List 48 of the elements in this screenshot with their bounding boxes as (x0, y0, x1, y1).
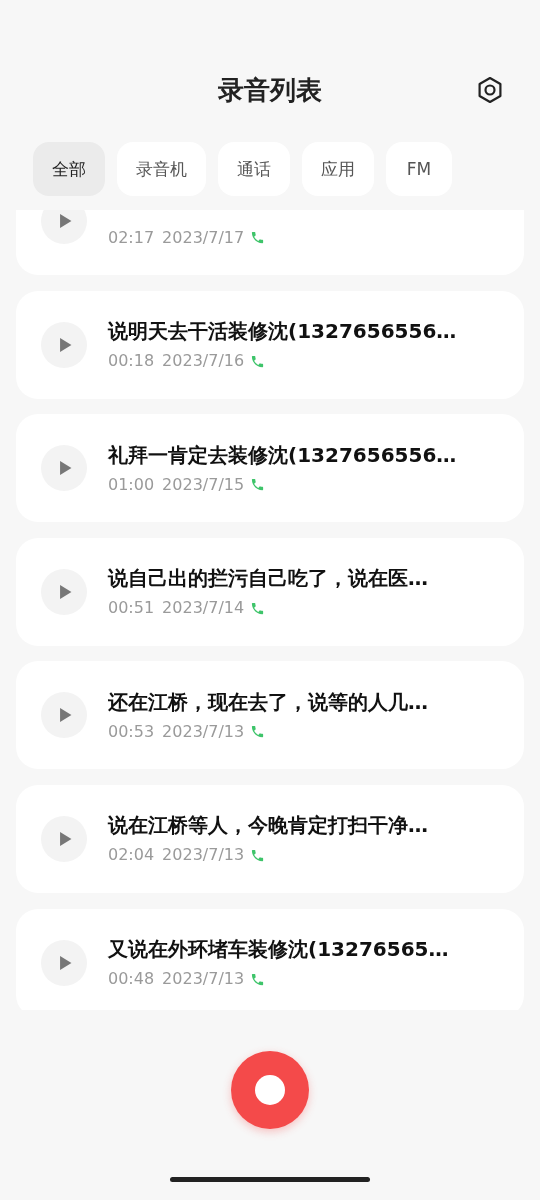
date-text: 2023/7/14 (162, 597, 245, 620)
page-title: 录音列表 (218, 73, 322, 107)
recording-card[interactable]: 说明天去干活装修沈(1327656556… 00:18 2023/7/16 (16, 290, 524, 399)
play-button[interactable] (41, 321, 87, 368)
recording-card[interactable]: 说自己出的拦污自己吃了，说在医… 00:51 2023/7/14 (16, 537, 524, 646)
duration-text: 02:17 (108, 226, 155, 249)
recording-title: 礼拜一肯定去装修沈(1327656556… (108, 441, 457, 469)
duration-text: 00:51 (108, 597, 155, 620)
play-icon (59, 336, 72, 353)
recording-card[interactable]: 礼拜一肯定去装修沈(1327656556… 01:00 2023/7/15 (16, 414, 524, 523)
filter-tab[interactable]: 通话 (218, 142, 290, 196)
record-button[interactable] (231, 1051, 309, 1129)
date-text: 2023/7/13 (162, 720, 245, 743)
play-button[interactable] (41, 210, 87, 244)
date-text: 2023/7/13 (162, 968, 245, 991)
play-icon (59, 707, 72, 724)
play-button[interactable] (41, 568, 87, 615)
play-icon (59, 954, 72, 971)
duration-text: 02:04 (108, 844, 155, 867)
duration-text: 00:53 (108, 720, 155, 743)
filter-tab[interactable]: 全部 (33, 142, 105, 196)
duration-text: 00:18 (108, 350, 155, 373)
settings-icon[interactable] (476, 76, 504, 104)
recording-title: 说自己出的拦污自己吃了，说在医… (108, 565, 428, 593)
duration-text: 00:48 (108, 968, 155, 991)
play-icon (59, 583, 72, 600)
play-icon (59, 213, 72, 229)
recording-card[interactable]: 说在江桥等人，今晚肯定打扫干净… 02:04 2023/7/13 (16, 784, 524, 893)
duration-text: 01:00 (108, 473, 155, 496)
recording-card[interactable]: 又说在外环堵车装修沈(13276565… 00:48 2023/7/13 (16, 908, 524, 1010)
date-text: 2023/7/13 (162, 844, 245, 867)
date-text: 2023/7/17 (162, 226, 245, 249)
recording-title: 又说在外环堵车装修沈(13276565… (108, 936, 449, 964)
play-icon (59, 460, 72, 477)
date-text: 2023/7/16 (162, 350, 245, 373)
date-text: 2023/7/15 (162, 473, 245, 496)
filter-tab[interactable]: 录音机 (117, 142, 206, 196)
play-button[interactable] (41, 939, 87, 986)
play-button[interactable] (41, 445, 87, 492)
recording-card[interactable]: 还在江桥，现在去了，说等的人几… 00:53 2023/7/13 (16, 661, 524, 770)
play-button[interactable] (41, 692, 87, 739)
recording-title: 说在江桥等人，今晚肯定打扫干净… (108, 812, 428, 840)
play-icon (59, 830, 72, 847)
recording-title: 还在江桥，现在去了，说等的人几… (108, 688, 428, 716)
filter-tab[interactable]: 应用 (302, 142, 374, 196)
filter-tab[interactable]: FM (386, 142, 452, 196)
play-button[interactable] (41, 815, 87, 862)
recording-title: 说明天去干活装修沈(1327656556… (108, 318, 457, 346)
